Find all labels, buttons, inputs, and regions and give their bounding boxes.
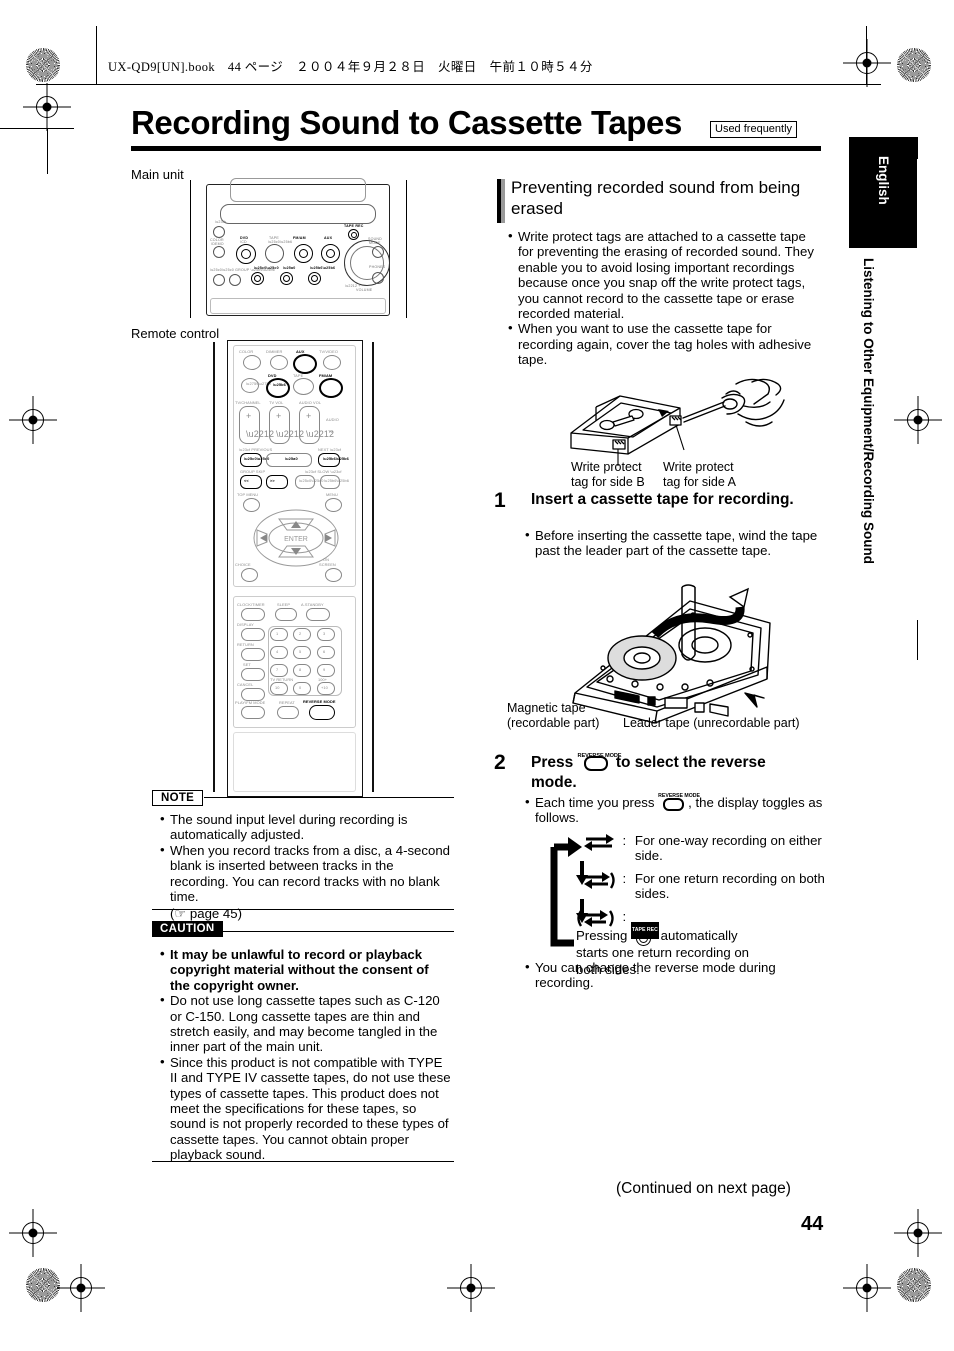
keypad-key bbox=[270, 646, 288, 659]
crop-target-top-left bbox=[32, 92, 62, 122]
crop-target-mid-right bbox=[903, 405, 933, 435]
reverse-symbol-auto-return bbox=[576, 909, 618, 927]
page-number: 44 bbox=[801, 1213, 824, 1235]
section-accent-bar bbox=[497, 179, 505, 223]
svg-text:ENTER: ENTER bbox=[284, 536, 308, 543]
remote-aux-button[interactable] bbox=[293, 354, 317, 374]
file-header-text: UX-QD9[UN].book 44 ページ ２００４年９月２８日 火曜日 午前… bbox=[108, 60, 593, 74]
reverse-mode-cycle: : For one-way recording on either side. … bbox=[548, 833, 828, 977]
step-2-heading-pre: Press bbox=[531, 754, 574, 771]
remote-fmam-button[interactable] bbox=[319, 378, 343, 398]
keypad-key bbox=[293, 664, 311, 677]
reverse-mode-text: For one-way recording on either side. bbox=[634, 833, 822, 864]
keypad-key bbox=[293, 628, 311, 641]
keypad-key bbox=[317, 646, 335, 659]
registration-rosette-bottom-left bbox=[26, 1268, 60, 1302]
page-canvas: UX-QD9[UN].book 44 ページ ２００４年９月２８日 火曜日 午前… bbox=[0, 0, 954, 1351]
crop-target-bottom-left bbox=[18, 1218, 48, 1248]
section-bullets: Write protect tags are attached to a cas… bbox=[508, 228, 820, 368]
figure-write-protect-tags: Write protect tag for side B Write protec… bbox=[508, 378, 828, 489]
caution-item: It may be unlawful to record or playback… bbox=[160, 946, 452, 993]
section-heading: Preventing recorded sound from being era… bbox=[511, 178, 801, 218]
step-2-closing-bullet: You can change the reverse mode during r… bbox=[525, 959, 825, 991]
remote-dvd-button[interactable] bbox=[266, 378, 290, 398]
continued-notice: (Continued on next page) bbox=[616, 1180, 791, 1197]
caution-item: Do not use long cassette tapes such as C… bbox=[160, 992, 452, 1055]
main-unit-label: Main unit bbox=[131, 167, 184, 182]
registration-rosette-top-right bbox=[897, 48, 931, 82]
page-title: Recording Sound to Cassette Tapes bbox=[131, 104, 682, 141]
figure-leader-tape: Magnetic tape (recordable part) Leader ta… bbox=[505, 583, 825, 743]
header-divider bbox=[36, 84, 881, 85]
crop-target-mid-left bbox=[18, 405, 48, 435]
header-rule-left bbox=[96, 26, 97, 84]
step-2-number: 2 bbox=[494, 751, 506, 774]
trim-line-left bbox=[0, 128, 74, 129]
figure2-label-leader-tape: Leader tape (unrecordable part) bbox=[623, 716, 800, 730]
crop-target-bottom-right bbox=[903, 1218, 933, 1248]
remote-control-illustration: COLOR DIMMER AUX TV/VIDEO \u2759\u2759 D… bbox=[213, 340, 376, 797]
section-bullet: Write protect tags are attached to a cas… bbox=[508, 228, 820, 321]
reverse-mode-text-pre: Pressing bbox=[576, 928, 628, 943]
title-underline bbox=[131, 146, 821, 151]
step-2-heading: Press REVERSE MODE to select the reverse… bbox=[531, 752, 831, 793]
reverse-mode-button-icon: REVERSE MODE bbox=[658, 793, 700, 811]
caution-body: It may be unlawful to record or playback… bbox=[160, 946, 452, 1163]
reverse-mode-row: : For one return recording on both sides… bbox=[584, 871, 828, 902]
step-1-heading: Insert a cassette tape for recording. bbox=[531, 491, 794, 508]
crop-target-bottom-center bbox=[456, 1273, 486, 1303]
step-2-heading-post: to select the reverse bbox=[615, 754, 766, 771]
note-item: The sound input level during recording i… bbox=[160, 811, 452, 843]
step-1-number: 1 bbox=[494, 489, 506, 512]
keypad-key bbox=[317, 628, 335, 641]
remote-reverse-mode-label: REVERSE MODE bbox=[303, 699, 336, 704]
tab-rule-top bbox=[917, 137, 918, 159]
caution-bottom-rule bbox=[152, 1161, 454, 1163]
figure1-label-side-a: Write protect tag for side A bbox=[663, 460, 736, 489]
used-frequently-badge: Used frequently bbox=[710, 121, 798, 139]
chapter-tab-label: Listening to Other Equipment/Recording S… bbox=[861, 258, 876, 564]
note-rule bbox=[204, 797, 454, 799]
caution-item: Since this product is not compatible wit… bbox=[160, 1054, 452, 1163]
section-bullet: When you want to use the cassette tape f… bbox=[508, 320, 820, 367]
reverse-mode-row: : For one-way recording on either side. bbox=[584, 833, 828, 864]
step-1-bullet: Before inserting the cassette tape, wind… bbox=[525, 527, 825, 559]
remote-reverse-mode-button[interactable] bbox=[309, 705, 335, 720]
note-body: The sound input level during recording i… bbox=[160, 811, 452, 922]
language-tab-label: English bbox=[876, 156, 891, 205]
reverse-mode-text: For one return recording on both sides. bbox=[634, 871, 825, 902]
keypad-key bbox=[317, 664, 335, 677]
step-2-bullet-pre: Each time you press bbox=[535, 795, 655, 810]
registration-rosette-top-left bbox=[26, 48, 60, 82]
crop-target-bottom-center-left bbox=[66, 1273, 96, 1303]
note-tag: NOTE bbox=[152, 790, 204, 806]
figure2-label-magnetic-tape: Magnetic tape (recordable part) bbox=[507, 701, 600, 730]
keypad-key bbox=[270, 628, 288, 641]
note-item: When you record tracks from a disc, a 4-… bbox=[160, 842, 452, 905]
header-rule-right bbox=[866, 26, 867, 84]
keypad-key bbox=[293, 646, 311, 659]
remote-control-label: Remote control bbox=[131, 326, 220, 341]
reverse-symbol-one-return bbox=[584, 871, 618, 889]
caution-tag: CAUTION bbox=[152, 921, 223, 937]
main-unit-illustration: TAPE REC \u23fb COLOR /DEMO DVD /CD TAPE… bbox=[182, 178, 414, 318]
crop-target-bottom-center-right bbox=[852, 1273, 882, 1303]
registration-rosette-bottom-right bbox=[897, 1268, 931, 1302]
keypad-key bbox=[270, 664, 288, 677]
keypad-key bbox=[293, 682, 311, 695]
tab-rule-bottom bbox=[917, 620, 918, 660]
reverse-mode-button-icon: REVERSE MODE bbox=[578, 752, 622, 771]
step-2-bullet: Each time you press REVERSE MODE , the d… bbox=[525, 793, 825, 826]
crop-target-top-right bbox=[852, 48, 882, 78]
trim-line-left-v bbox=[47, 128, 48, 174]
figure1-label-side-b: Write protect tag for side B bbox=[571, 460, 645, 489]
step-1-bullets: Before inserting the cassette tape, wind… bbox=[525, 527, 825, 559]
note-bottom-rule bbox=[152, 909, 454, 911]
reverse-symbol-one-way bbox=[584, 833, 618, 851]
tape-rec-button-icon: TAPE REC bbox=[630, 922, 659, 946]
caution-rule bbox=[206, 931, 454, 933]
